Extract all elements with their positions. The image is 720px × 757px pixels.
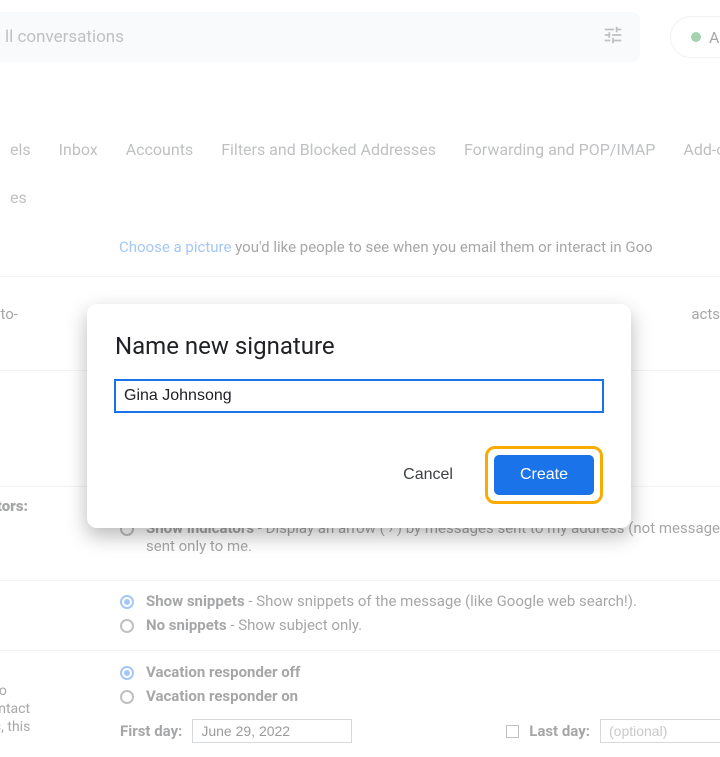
cancel-button[interactable]: Cancel — [383, 456, 473, 494]
opt-show-snippets: Show snippets — [146, 592, 245, 610]
subtab[interactable]: es — [0, 188, 27, 207]
auto-right: acts so that — [691, 305, 720, 323]
tab-forwarding[interactable]: Forwarding and POP/IMAP — [464, 140, 655, 159]
search-bar[interactable]: ll conversations — [0, 12, 640, 62]
vacation-off-row[interactable]: Vacation responder off — [120, 663, 720, 681]
search-placeholder: ll conversations — [5, 27, 596, 47]
tab-labels[interactable]: els — [10, 140, 31, 159]
status-chip[interactable]: A — [670, 16, 720, 58]
tab-inbox[interactable]: Inbox — [59, 140, 98, 159]
create-button[interactable]: Create — [494, 455, 594, 495]
opt-no-snippets: No snippets — [146, 616, 227, 634]
tab-filters[interactable]: Filters and Blocked Addresses — [221, 140, 436, 159]
picture-line: Choose a picture you'd like people to se… — [119, 238, 720, 256]
status-dot-icon — [691, 32, 701, 42]
modal-title: Name new signature — [115, 332, 603, 360]
signature-name-input[interactable] — [115, 380, 603, 412]
picture-rest: you'd like people to see when you email … — [231, 238, 652, 256]
opt-show-snippets-desc: - Show snippets of the message (like Goo… — [245, 592, 637, 610]
vacation-block: Vacation responder off Vacation responde… — [120, 663, 720, 743]
last-day-input[interactable] — [600, 719, 720, 743]
radio-icon[interactable] — [120, 595, 134, 609]
tune-icon[interactable] — [596, 18, 630, 57]
create-button-highlight: Create — [485, 446, 603, 504]
radio-icon[interactable] — [120, 666, 134, 680]
first-day-input[interactable] — [192, 719, 352, 743]
vacation-on-row[interactable]: Vacation responder on — [120, 687, 720, 705]
status-letter: A — [709, 28, 719, 47]
choose-picture-link[interactable]: Choose a picture — [119, 238, 231, 256]
radio-icon[interactable] — [120, 619, 134, 633]
vacation-label: onder: ated reply to ges. If a contact l… — [0, 663, 100, 735]
first-day-label: First day: — [120, 722, 182, 740]
last-day-checkbox[interactable] — [506, 725, 519, 738]
snippets-no-row[interactable]: No snippets - Show subject only. — [120, 616, 720, 634]
radio-icon[interactable] — [120, 690, 134, 704]
tab-accounts[interactable]: Accounts — [126, 140, 193, 159]
settings-tabs: els Inbox Accounts Filters and Blocked A… — [0, 140, 720, 159]
snippets-block: Show snippets - Show snippets of the mes… — [120, 592, 720, 640]
auto-left: s for auto- — [0, 305, 18, 323]
vacation-off: Vacation responder off — [146, 663, 300, 681]
name-signature-modal: Name new signature Cancel Create — [87, 304, 631, 528]
date-row: First day: Last day: — [120, 719, 720, 743]
opt-no-snippets-desc: - Show subject only. — [227, 616, 363, 634]
last-day-label: Last day: — [529, 722, 590, 740]
snippets-show-row[interactable]: Show snippets - Show snippets of the mes… — [120, 592, 720, 610]
tab-addons[interactable]: Add-o — [683, 140, 720, 159]
indicators-label: ndicators: — [0, 497, 28, 515]
vacation-on: Vacation responder on — [146, 687, 298, 705]
